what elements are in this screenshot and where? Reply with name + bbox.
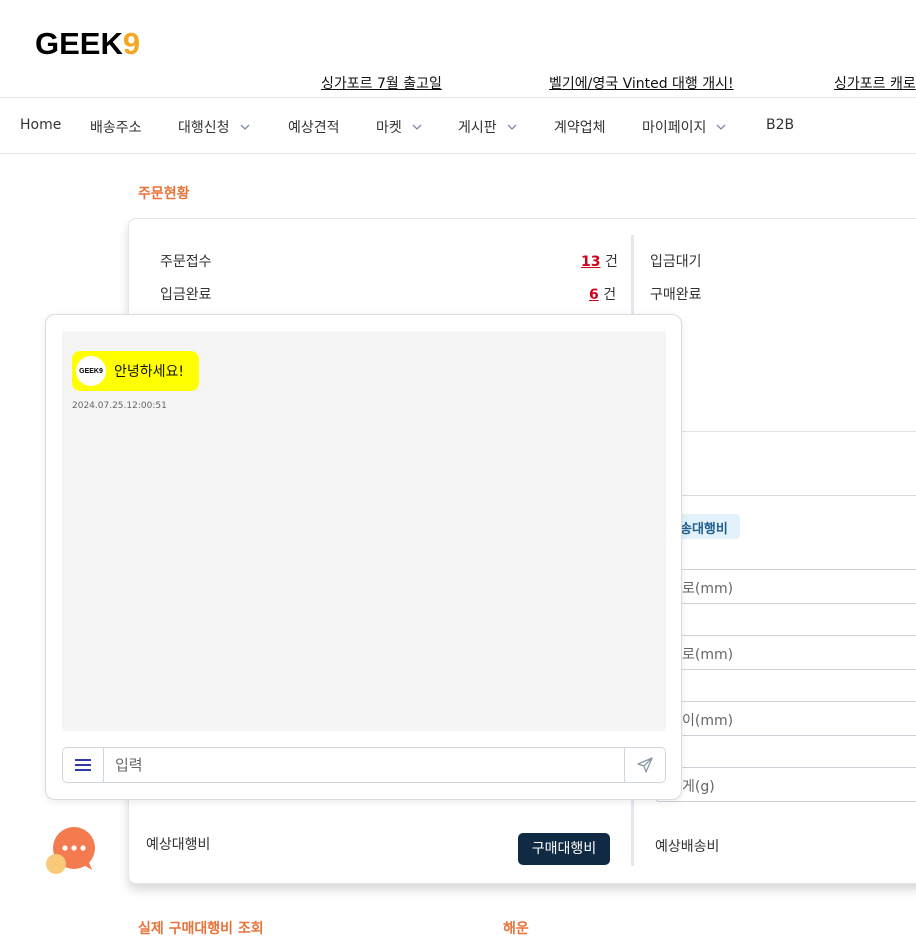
send-icon xyxy=(637,757,653,773)
ticker-link-2[interactable]: 벨기에/영국 Vinted 대행 개시! xyxy=(549,73,734,93)
nav-item-b2b[interactable]: B2B xyxy=(766,117,794,133)
order-received-label: 주문접수 xyxy=(160,254,212,270)
nav-item-estimate[interactable]: 예상견적 xyxy=(288,117,340,137)
chevron-down-icon xyxy=(716,124,726,130)
chat-input[interactable] xyxy=(115,754,615,776)
chat-bubble-icon xyxy=(46,827,95,874)
width-field[interactable]: 로(mm) xyxy=(655,569,916,604)
chat-timestamp: 2024.07.25.12:00:51 xyxy=(72,401,167,411)
fee-lookup-title: 실제 구매대행비 조회 xyxy=(138,921,264,937)
weight-field[interactable]: 게(g) xyxy=(655,767,916,802)
length-field[interactable]: 로(mm) xyxy=(655,635,916,670)
chat-message-pane xyxy=(62,331,666,731)
chevron-down-icon xyxy=(240,124,249,130)
status-awaiting-payment: 입금대기 xyxy=(650,254,702,270)
sea-freight-title: 해운 xyxy=(503,921,529,937)
purchase-fee-button[interactable]: 구매대행비 xyxy=(518,833,610,865)
status-purchase-complete: 구매완료 xyxy=(650,287,702,303)
bot-avatar: GEEK9 xyxy=(76,356,106,386)
order-status-title: 주문현황 xyxy=(138,186,190,202)
ticker-link-3[interactable]: 싱가포르 캐로 xyxy=(834,73,916,93)
menu-button[interactable] xyxy=(63,748,104,782)
divider xyxy=(682,495,916,496)
nav-item-home[interactable]: Home xyxy=(20,117,61,133)
nav-item-market[interactable]: 마켓 xyxy=(376,117,422,137)
order-received-count[interactable]: 13 건 xyxy=(581,251,618,271)
nav-item-shipping-address[interactable]: 배송주소 xyxy=(90,117,142,137)
chevron-down-icon xyxy=(412,124,422,130)
chat-launcher-button[interactable] xyxy=(44,824,98,878)
main-nav: Home 배송주소 대행신청 예상견적 마켓 게시판 계약업체 마이페이지 B2… xyxy=(0,98,916,154)
chat-window: GEEK9 안녕하세요! 2024.07.25.12:00:51 xyxy=(45,314,682,800)
notice-ticker: 싱가포르 7월 출고일 벨기에/영국 Vinted 대행 개시! 싱가포르 캐로 xyxy=(0,73,916,93)
payment-complete-label: 입금완료 xyxy=(160,287,212,303)
estimated-fee-label: 예상대행비 xyxy=(146,837,211,853)
payment-complete-count[interactable]: 6 건 xyxy=(589,284,616,304)
chat-input-bar xyxy=(62,747,666,783)
height-field[interactable]: 이(mm) xyxy=(655,701,916,736)
estimated-shipping-label: 예상배송비 xyxy=(655,839,720,855)
chat-message-text: 안녕하세요! xyxy=(114,364,185,380)
chat-message-bubble: GEEK9 안녕하세요! xyxy=(72,351,199,391)
send-button[interactable] xyxy=(624,748,665,782)
nav-item-agency-request[interactable]: 대행신청 xyxy=(178,117,250,137)
nav-item-board[interactable]: 게시판 xyxy=(458,117,517,137)
nav-item-partners[interactable]: 계약업체 xyxy=(554,117,606,137)
ticker-link-1[interactable]: 싱가포르 7월 출고일 xyxy=(321,73,442,93)
menu-icon xyxy=(75,759,91,771)
logo[interactable]: GEEK9 xyxy=(35,26,140,62)
chevron-down-icon xyxy=(507,124,517,130)
shipping-fee-tab[interactable]: 송대행비 xyxy=(676,514,740,539)
nav-item-mypage[interactable]: 마이페이지 xyxy=(642,117,726,137)
